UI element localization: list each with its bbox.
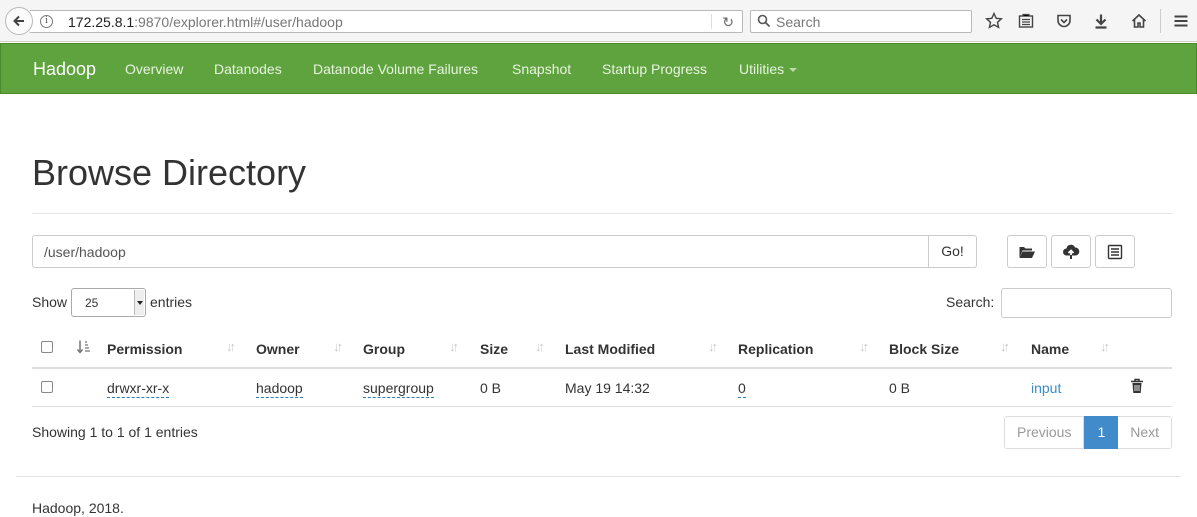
upload-button[interactable] <box>1051 235 1091 268</box>
footer-text: Hadoop, 2018. <box>32 500 124 516</box>
previous-page-button[interactable]: Previous <box>1004 416 1085 449</box>
nav-startup-progress[interactable]: Startup Progress <box>602 61 707 77</box>
cell-group[interactable]: supergroup <box>363 380 434 398</box>
sort-arrows-icon: ↓↑ <box>226 339 236 354</box>
address-bar[interactable]: i 172.25.8.1:9870/explorer.html#/user/ha… <box>30 10 743 33</box>
col-owner[interactable]: Owner <box>256 341 300 357</box>
sort-arrows-icon: ↓↑ <box>535 339 545 354</box>
caret-down-icon <box>789 68 798 73</box>
nav-datanode-volume-failures[interactable]: Datanode Volume Failures <box>313 61 478 77</box>
table-search-label: Search: <box>946 294 995 310</box>
menu-icon[interactable] <box>1171 11 1191 31</box>
row-checkbox[interactable] <box>41 381 53 393</box>
col-size[interactable]: Size <box>480 341 508 357</box>
col-block-size[interactable]: Block Size <box>889 341 959 357</box>
page-length-select[interactable]: 25 <box>71 288 146 317</box>
col-permission[interactable]: Permission <box>107 341 182 357</box>
cell-name-link[interactable]: input <box>1031 380 1061 396</box>
home-icon[interactable] <box>1129 11 1149 31</box>
divider <box>32 213 1172 214</box>
browser-search-input[interactable]: Search <box>750 10 972 33</box>
back-button[interactable] <box>5 7 33 35</box>
info-icon[interactable]: i <box>40 15 53 28</box>
col-name[interactable]: Name <box>1031 341 1069 357</box>
sort-arrows-icon: ↓↑ <box>1100 339 1110 354</box>
sort-icon[interactable] <box>76 339 92 355</box>
search-placeholder: Search <box>776 14 821 30</box>
search-icon <box>757 14 771 28</box>
table-row-divider <box>32 406 1172 407</box>
arrow-left-icon <box>13 15 24 27</box>
select-arrow-icon <box>134 290 144 315</box>
cell-size: 0 B <box>480 380 502 396</box>
nav-datanodes[interactable]: Datanodes <box>214 61 282 77</box>
sort-arrows-icon: ↓↑ <box>333 339 343 354</box>
col-group[interactable]: Group <box>363 341 405 357</box>
cell-owner[interactable]: hadoop <box>256 380 303 398</box>
cell-block-size: 0 B <box>889 380 911 396</box>
url-text: 172.25.8.1:9870/explorer.html#/user/hado… <box>68 14 343 30</box>
table-search-input[interactable] <box>1001 288 1172 318</box>
download-icon[interactable] <box>1091 11 1111 31</box>
page-title: Browse Directory <box>32 152 307 193</box>
pocket-icon[interactable] <box>1054 11 1074 31</box>
cell-permission[interactable]: drwxr-xr-x <box>107 380 170 398</box>
next-page-button[interactable]: Next <box>1118 416 1173 449</box>
pagination: Previous 1 Next <box>1004 416 1173 449</box>
sort-arrows-icon: ↓↑ <box>449 339 459 354</box>
directory-path-input[interactable] <box>32 235 929 268</box>
nav-utilities-label: Utilities <box>739 61 785 77</box>
browser-toolbar: i 172.25.8.1:9870/explorer.html#/user/ha… <box>0 0 1197 42</box>
page-1-button[interactable]: 1 <box>1084 416 1119 449</box>
sort-arrows-icon: ↓↑ <box>1000 339 1010 354</box>
go-button[interactable]: Go! <box>928 235 977 268</box>
table-info: Showing 1 to 1 of 1 entries <box>32 424 198 440</box>
nav-snapshot[interactable]: Snapshot <box>512 61 571 77</box>
folder-open-icon <box>1019 246 1035 258</box>
navbar: Hadoop Overview Datanodes Datanode Volum… <box>0 43 1197 94</box>
divider <box>711 14 712 29</box>
entries-label: entries <box>150 294 193 310</box>
cell-replication[interactable]: 0 <box>738 380 746 398</box>
nav-overview[interactable]: Overview <box>125 61 183 77</box>
reload-icon[interactable]: ↻ <box>722 14 734 31</box>
select-all-checkbox[interactable] <box>41 341 53 353</box>
col-replication[interactable]: Replication <box>738 341 813 357</box>
col-last-modified[interactable]: Last Modified <box>565 341 655 357</box>
cell-last-modified: May 19 14:32 <box>565 380 650 396</box>
bookmark-star-icon[interactable] <box>984 11 1004 31</box>
toolbar-divider <box>1160 9 1161 33</box>
show-label: Show <box>32 294 68 310</box>
nav-utilities[interactable]: Utilities <box>739 61 798 77</box>
page-length-value: 25 <box>85 296 99 310</box>
trash-icon[interactable] <box>1130 378 1144 394</box>
create-directory-button[interactable] <box>1007 235 1047 268</box>
table-header-divider <box>32 367 1172 369</box>
cloud-upload-icon <box>1063 244 1080 259</box>
cut-paste-button[interactable] <box>1095 235 1135 268</box>
list-alt-icon <box>1107 244 1123 259</box>
reading-list-icon[interactable] <box>1016 11 1036 31</box>
brand-link[interactable]: Hadoop <box>33 59 96 80</box>
sort-arrows-icon: ↓↑ <box>859 339 869 354</box>
sort-arrows-icon: ↓↑ <box>708 339 718 354</box>
divider <box>16 476 1181 477</box>
